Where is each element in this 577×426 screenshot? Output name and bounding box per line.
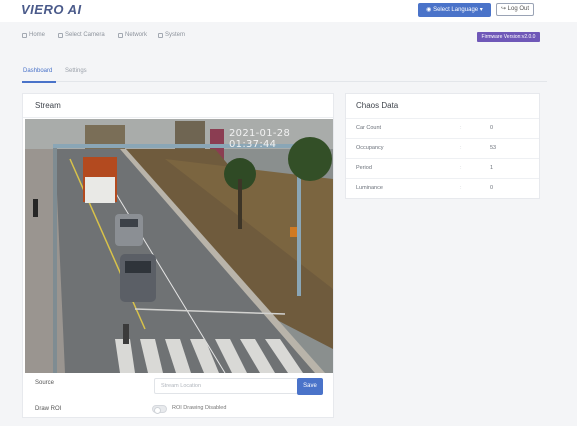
stream-timestamp: 2021-01-28 01:37:44 <box>229 128 291 150</box>
table-row: Car Count : 0 <box>346 118 539 138</box>
log-out-button[interactable]: ↪ Log Out <box>496 3 534 16</box>
stream-location-input[interactable]: Stream Location <box>154 378 298 394</box>
nav-item-label: Home <box>29 32 46 38</box>
chaos-data-card: Chaos Data Car Count : 0 Occupancy : 53 … <box>345 93 540 199</box>
network-icon <box>118 32 123 38</box>
active-tab-indicator <box>22 81 56 83</box>
table-row: Period : 1 <box>346 158 539 178</box>
metric-name: Period <box>356 165 372 171</box>
camera-stream-view[interactable]: 2021-01-28 01:37:44 <box>25 119 333 373</box>
source-label: Source <box>35 380 55 386</box>
stream-title: Stream <box>35 101 61 110</box>
stream-card: Stream 2021-01-28 01:37:44 Source Stream… <box>22 93 334 418</box>
street-scene-image <box>25 119 333 373</box>
metric-value: 53 <box>490 145 497 151</box>
brand-logo: VIERO AI <box>21 2 82 17</box>
metric-value: 1 <box>490 165 494 171</box>
nav-item-system[interactable]: System <box>158 32 185 38</box>
top-bar: VIERO AI ◉ Select Language ▾ ↪ Log Out <box>0 0 577 22</box>
metric-name: Luminance <box>356 185 383 191</box>
table-row: Luminance : 0 <box>346 178 539 198</box>
nav-item-label: Network <box>125 32 148 38</box>
metric-value: 0 <box>490 185 494 191</box>
roi-drawing-toggle[interactable] <box>152 405 167 414</box>
metric-value: 0 <box>490 125 494 131</box>
roi-toggle-label: ROI Drawing Disabled <box>172 405 227 411</box>
separator: : <box>460 185 462 191</box>
draw-roi-label: Draw ROI <box>35 406 62 412</box>
separator: : <box>460 165 462 171</box>
save-button[interactable]: Save <box>297 378 323 395</box>
system-icon <box>158 32 163 38</box>
firmware-version-badge: Firmware Version:v2.0.0 <box>477 32 540 42</box>
log-out-label: Log Out <box>507 6 530 12</box>
page-tabs: Dashboard Settings <box>22 66 547 83</box>
select-language-button[interactable]: ◉ Select Language ▾ <box>418 3 491 17</box>
home-icon <box>22 32 27 38</box>
nav-item-label: System <box>165 32 186 38</box>
camera-icon <box>58 32 63 38</box>
select-language-label: Select Language <box>433 7 479 13</box>
chaos-data-title: Chaos Data <box>356 101 399 110</box>
metric-name: Car Count <box>356 125 382 131</box>
table-row: Occupancy : 53 <box>346 138 539 158</box>
nav-item-select-camera[interactable]: Select Camera <box>58 32 105 38</box>
nav-item-home[interactable]: Home <box>22 32 45 38</box>
tab-dashboard[interactable]: Dashboard <box>23 68 52 74</box>
separator: : <box>460 125 462 131</box>
divider <box>23 117 333 118</box>
nav-item-label: Select Camera <box>65 32 105 38</box>
tab-settings[interactable]: Settings <box>65 68 87 74</box>
logout-icon: ↪ <box>500 6 508 12</box>
source-row: Source Stream Location Save <box>23 376 333 400</box>
separator: : <box>460 145 462 151</box>
roi-row: Draw ROI ROI Drawing Disabled <box>23 402 333 426</box>
metric-name: Occupancy <box>356 145 384 151</box>
nav-item-network[interactable]: Network <box>118 32 147 38</box>
